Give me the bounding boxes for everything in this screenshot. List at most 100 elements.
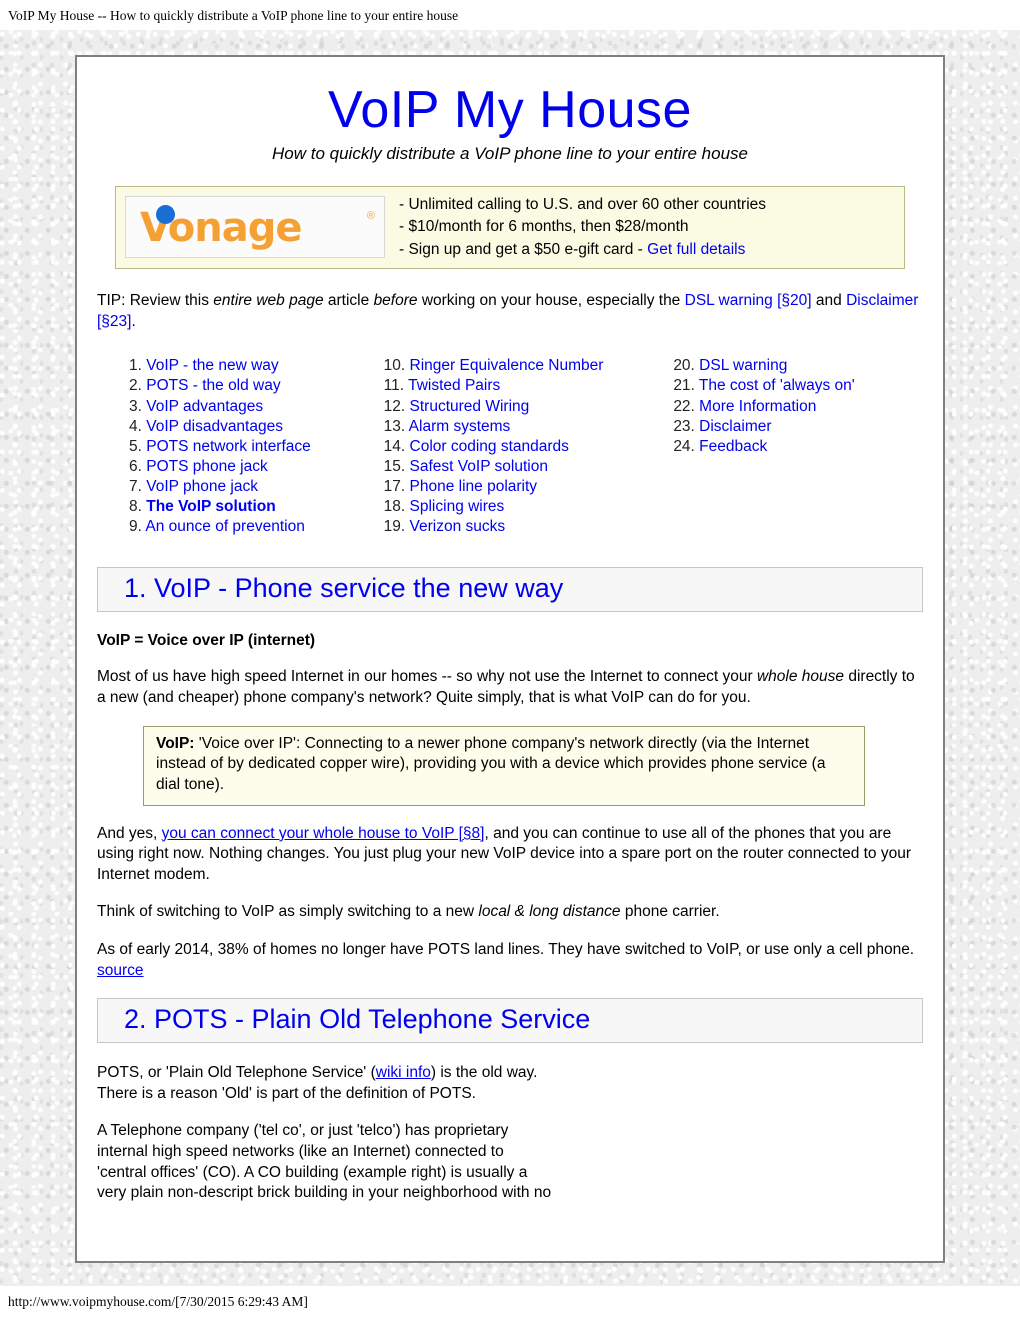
toc-item-number: 15. [383, 457, 410, 475]
section-heading-1: 1. VoIP - Phone service the new way [97, 567, 923, 613]
toc-item-number: 23. [673, 417, 700, 435]
toc-item: 22. More Information [673, 397, 923, 417]
toc-item-link[interactable]: VoIP disadvantages [146, 418, 283, 435]
toc-item-number: 13. [383, 417, 409, 435]
toc-item: 6. POTS phone jack [129, 457, 384, 477]
section-1-subheading: VoIP = Voice over IP (internet) [97, 632, 316, 650]
toc-item-number: 19. [383, 518, 410, 536]
toc-item-number: 20. [673, 357, 700, 375]
toc-item-number: 3. [129, 397, 147, 415]
toc-item-link[interactable]: VoIP advantages [146, 398, 263, 415]
toc-item: 5. POTS network interface [129, 437, 384, 457]
toc-item: 20. DSL warning [673, 356, 923, 376]
toc-item-link[interactable]: POTS phone jack [146, 458, 267, 475]
toc-item-number: 22. [673, 397, 700, 415]
toc-item-number: 17. [383, 478, 410, 496]
toc-item-link[interactable]: The VoIP solution [146, 498, 275, 515]
get-full-details-link[interactable]: Get full details [647, 241, 745, 258]
s1p2-text-a: And yes, [97, 824, 162, 842]
toc-item-number: 6. [129, 457, 147, 475]
vonage-logo[interactable]: Vonage ® [125, 196, 385, 259]
ad-line-2: - $10/month for 6 months, then $28/month [399, 218, 689, 236]
toc-item-number: 5. [129, 437, 147, 455]
tip-emphasis-2: before [373, 292, 418, 309]
section-1-paragraph-4: As of early 2014, 38% of homes no longer… [97, 940, 923, 981]
toc-item-number: 24. [673, 437, 700, 455]
toc-item: 17. Phone line polarity [384, 477, 674, 497]
toc-item-number: 12. [383, 397, 410, 415]
toc-item-link[interactable]: Verizon sucks [410, 518, 506, 535]
source-link[interactable]: source [97, 962, 144, 979]
s1p4-text-a: As of early 2014, 38% of homes no longer… [97, 940, 915, 958]
toc-item: 3. VoIP advantages [129, 397, 384, 417]
browser-print-header: VoIP My House -- How to quickly distribu… [0, 0, 1020, 30]
browser-print-footer: http://www.voipmyhouse.com/[7/30/2015 6:… [0, 1286, 1020, 1320]
toc-item-number: 7. [129, 478, 147, 496]
wiki-info-link[interactable]: wiki info [376, 1064, 431, 1081]
page-subtitle: How to quickly distribute a VoIP phone l… [272, 143, 748, 163]
toc-item-link[interactable]: The cost of 'always on' [699, 377, 855, 394]
tip-paragraph: TIP: Review this entire web page article… [97, 291, 923, 332]
toc-item: 2. POTS - the old way [129, 376, 384, 396]
toc-item-number: 18. [383, 498, 410, 516]
toc-item-link[interactable]: Twisted Pairs [408, 377, 500, 394]
section-2-paragraph-1: POTS, or 'Plain Old Telephone Service' (… [97, 1063, 923, 1104]
toc-item-link[interactable]: Disclaimer [699, 418, 771, 435]
toc-item-link[interactable]: Phone line polarity [410, 478, 538, 495]
tip-text-4: and [811, 292, 847, 309]
toc-item-number: 11. [383, 377, 409, 395]
voip-definition-label: VoIP: [156, 734, 195, 752]
section-1-paragraph-1: Most of us have high speed Internet in o… [97, 667, 923, 708]
toc-item-link[interactable]: An ounce of prevention [145, 518, 304, 535]
toc-item: 13. Alarm systems [384, 417, 674, 437]
ad-line-3: - Sign up and get a $50 e-gift card - Ge… [399, 239, 766, 261]
toc-item: 4. VoIP disadvantages [129, 417, 384, 437]
toc-item-number: 9. [129, 518, 146, 536]
vonage-ad-banner[interactable]: Vonage ® - Unlimited calling to U.S. and… [115, 185, 905, 269]
toc-item-number: 2. [129, 377, 147, 395]
toc-item: 10. Ringer Equivalence Number [384, 356, 674, 376]
toc-item-link[interactable]: DSL warning [699, 357, 787, 374]
toc-column-2: 10. Ringer Equivalence Number 11. Twisted… [384, 356, 674, 537]
toc-item-link[interactable]: VoIP phone jack [146, 478, 258, 495]
voip-definition-box: VoIP: 'Voice over IP': Connecting to a n… [143, 725, 865, 806]
toc-item-number: 21. [673, 377, 699, 395]
toc-column-3: 20. DSL warning 21. The cost of 'always o… [673, 356, 923, 537]
toc-item-link[interactable]: POTS - the old way [146, 377, 280, 394]
toc-column-1: 1. VoIP - the new way 2. POTS - the old w… [129, 356, 384, 537]
toc-item: 18. Splicing wires [384, 497, 674, 517]
s1p3-text-a: Think of switching to VoIP as simply swi… [97, 903, 479, 921]
s1p1-text-a: Most of us have high speed Internet in o… [97, 668, 757, 686]
toc-item-link[interactable]: Color coding standards [410, 438, 569, 455]
toc-item-number: 14. [383, 437, 410, 455]
toc-item-link[interactable]: Splicing wires [410, 498, 505, 515]
tip-emphasis-1: entire web page [213, 292, 324, 309]
toc-item-link[interactable]: More Information [699, 398, 816, 415]
toc-item-link[interactable]: Feedback [699, 438, 767, 455]
tip-text-3: working on your house, especially the [417, 292, 685, 309]
toc-item-number: 4. [129, 417, 147, 435]
voip-definition-text: 'Voice over IP': Connecting to a newer p… [156, 734, 826, 793]
toc-item-link[interactable]: POTS network interface [146, 438, 311, 455]
toc-item-link[interactable]: Structured Wiring [410, 398, 530, 415]
vonage-ad-copy: - Unlimited calling to U.S. and over 60 … [399, 194, 766, 261]
s2p1-text-a: POTS, or 'Plain Old Telephone Service' ( [97, 1064, 376, 1082]
page-title: VoIP My House [328, 81, 692, 139]
section-heading-2: 2. POTS - Plain Old Telephone Service [97, 998, 923, 1044]
section-1-paragraph-2: And yes, you can connect your whole hous… [97, 824, 923, 886]
toc-item-link[interactable]: Alarm systems [409, 418, 511, 435]
toc-item-link[interactable]: Safest VoIP solution [410, 458, 548, 475]
toc-item-number: 8. [129, 498, 147, 516]
toc-item: 14. Color coding standards [384, 437, 674, 457]
toc-item: 15. Safest VoIP solution [384, 457, 674, 477]
connect-whole-house-link[interactable]: you can connect your whole house to VoIP… [162, 825, 485, 842]
dsl-warning-link[interactable]: DSL warning [§20] [685, 292, 812, 309]
s1p1-emphasis: whole house [756, 668, 845, 686]
toc-item: 9. An ounce of prevention [129, 517, 384, 537]
s1p3-text-b: phone carrier. [620, 903, 720, 921]
tip-text-1: TIP: Review this [97, 292, 214, 309]
toc-item: 23. Disclaimer [673, 417, 923, 437]
toc-item-link[interactable]: Ringer Equivalence Number [410, 357, 604, 374]
toc-item: 19. Verizon sucks [384, 517, 674, 537]
toc-item-link[interactable]: VoIP - the new way [146, 357, 278, 374]
